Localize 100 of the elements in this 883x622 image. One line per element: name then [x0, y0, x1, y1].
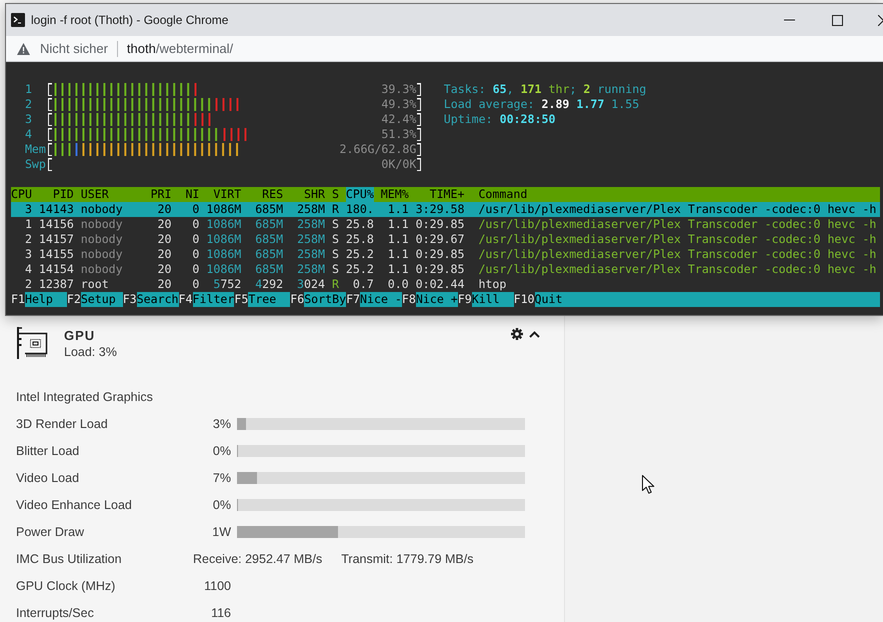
- column-header[interactable]: VIRT: [206, 187, 242, 202]
- column-header[interactable]: NI: [185, 187, 200, 202]
- close-icon[interactable]: [878, 14, 883, 26]
- table-cell-text: 685M: [254, 247, 284, 262]
- process-row[interactable]: 3 14155 nobody 20 0 1086M 685M 258M S 25.2 1.1 0:29.85 /usr/lib/plexmediaserver/Plex Transcoder -codec:0 hevc -h: [11, 247, 880, 262]
- table-cell: 0:29.85: [416, 262, 464, 277]
- table-cell-text: 1: [24, 217, 32, 232]
- table-cell: 0:02.44: [416, 277, 464, 292]
- table-cell-text: 1.1: [386, 247, 409, 262]
- table-cell: 1086M: [206, 202, 242, 217]
- table-cell-text: 3024: [296, 277, 325, 292]
- process-row[interactable]: 2 14157 nobody 20 0 1086M 685M 258M S 25.8 1.1 0:29.67 /usr/lib/plexmediaserver/Plex Transcoder -codec:0 hevc -h: [11, 232, 880, 247]
- table-cell-text: 0: [191, 217, 200, 232]
- url-text[interactable]: thoth/webterminal/: [126, 41, 234, 56]
- metric-value: 0%: [212, 497, 231, 514]
- table-cell: /usr/lib/plexmediaserver/Plex Transcoder -codec:0 hevc -h: [478, 262, 876, 277]
- table-cell-text: 20: [156, 247, 172, 262]
- metric-value: 116: [211, 605, 231, 622]
- table-cell-text: nobody: [80, 247, 124, 262]
- column-header[interactable]: S: [332, 187, 339, 202]
- meter-reading: 39.3%: [381, 83, 416, 96]
- table-cell-text: 2: [24, 277, 32, 292]
- table-cell-text: 1.1: [386, 202, 409, 217]
- table-cell-text: 685M: [254, 217, 284, 232]
- security-label[interactable]: Nicht sicher: [40, 41, 108, 56]
- table-cell-text: 258M: [296, 232, 325, 247]
- column-header[interactable]: RES: [248, 187, 284, 202]
- table-cell: S: [332, 232, 339, 247]
- meter-reading: 49.3%: [381, 98, 416, 111]
- metric-value: 3%: [212, 416, 231, 433]
- process-row[interactable]: 2 12387 root 20 0 5752 4292 3024 R 0.7 0.0 0:02.44 htop: [11, 277, 880, 292]
- table-cell-text: 258M: [296, 217, 325, 232]
- table-cell-text: nobody: [80, 217, 124, 232]
- table-cell-text: 0.7: [352, 277, 374, 292]
- table-cell: htop: [478, 277, 506, 292]
- table-cell: 3:29.58: [416, 202, 464, 217]
- table-cell: 1086M: [206, 262, 242, 277]
- table-cell-text: 2: [24, 232, 32, 247]
- table-cell-text: 1.1: [386, 232, 409, 247]
- transmit-rate: Transmit: 1779.79 MB/s: [341, 551, 474, 568]
- metric-label: IMC Bus Utilization: [16, 551, 122, 568]
- table-cell: 0:29.85: [416, 247, 464, 262]
- metric-value: 1100: [204, 578, 231, 595]
- column-header[interactable]: CPU%: [346, 187, 374, 202]
- column-header[interactable]: SHR: [290, 187, 325, 202]
- meter-reading: 0K/0K: [381, 158, 416, 171]
- settings-icon[interactable]: [511, 328, 523, 340]
- metric-value: 1W: [212, 524, 231, 541]
- status-line: Uptime: 00:28:50: [444, 112, 556, 126]
- table-cell: 14157: [38, 232, 74, 247]
- table-cell-text: 0: [191, 202, 200, 217]
- table-cell: 0:29.85: [416, 217, 464, 232]
- column-header[interactable]: MEM%: [380, 187, 409, 202]
- table-cell-text: nobody: [80, 232, 124, 247]
- column-header[interactable]: PID: [38, 187, 74, 202]
- metric-label: Video Enhance Load: [16, 497, 132, 514]
- table-cell: 14155: [38, 247, 74, 262]
- table-cell-text: nobody: [80, 262, 124, 277]
- column-header[interactable]: TIME+: [416, 187, 464, 202]
- status-line: Load average: 2.89 1.77 1.55: [444, 97, 640, 111]
- table-cell: 25.2: [346, 262, 374, 277]
- meter-label: 3: [24, 112, 33, 127]
- column-header[interactable]: Command: [478, 187, 528, 202]
- metric-label: Power Draw: [16, 524, 84, 541]
- chevron-up-icon[interactable]: [529, 330, 540, 338]
- table-cell-text: 258M: [296, 262, 325, 277]
- process-row[interactable]: 3 14143 nobody 20 0 1086M 685M 258M R 180. 1.1 3:29.58 /usr/lib/plexmediaserver/Plex Transcoder -codec:0 hevc -h: [11, 202, 880, 217]
- process-row[interactable]: 1 14156 nobody 20 0 1086M 685M 258M S 25.8 1.1 0:29.85 /usr/lib/plexmediaserver/Plex Transcoder -codec:0 hevc -h: [11, 217, 880, 232]
- table-cell: 1086M: [206, 247, 242, 262]
- process-row[interactable]: 4 14154 nobody 20 0 1086M 685M 258M S 25.2 1.1 0:29.85 /usr/lib/plexmediaserver/Plex Transcoder -codec:0 hevc -h: [11, 262, 880, 277]
- metric-label: Video Load: [16, 470, 80, 487]
- column-header[interactable]: PRI: [150, 187, 172, 202]
- table-cell-text: 0.0: [386, 277, 409, 292]
- column-header[interactable]: USER: [80, 187, 151, 202]
- meter-label: 4: [24, 127, 33, 142]
- metric-label: Blitter Load: [16, 443, 80, 460]
- metric-value: 7%: [212, 470, 231, 487]
- table-cell: S: [332, 262, 339, 277]
- table-cell: R: [332, 277, 339, 292]
- column-header[interactable]: CPU: [11, 187, 32, 202]
- table-cell-text: 20: [156, 202, 172, 217]
- warning-icon[interactable]: [17, 42, 30, 54]
- table-cell: 14154: [38, 262, 74, 277]
- table-cell: S: [332, 217, 339, 232]
- terminal-icon: [11, 13, 25, 27]
- table-cell-text: 685M: [254, 262, 284, 277]
- table-cell-text: 0: [191, 262, 200, 277]
- meter-label: 2: [24, 97, 33, 112]
- table-cell-text: 20: [156, 262, 172, 277]
- status-line: Tasks: 65, 171 thr; 2 running: [444, 82, 646, 96]
- maximize-icon[interactable]: [832, 14, 843, 26]
- table-cell: 25.8: [346, 232, 374, 247]
- minimize-icon[interactable]: [784, 19, 795, 21]
- table-cell: 25.8: [346, 217, 374, 232]
- adapter-name: Intel Integrated Graphics: [16, 390, 153, 404]
- table-cell-text: 0: [191, 277, 200, 292]
- table-cell-text: 4292: [254, 277, 284, 292]
- meter-reading: 2.66G/62.8G: [340, 143, 416, 156]
- table-cell: 1086M: [206, 232, 242, 247]
- metric-label: 3D Render Load: [16, 416, 108, 433]
